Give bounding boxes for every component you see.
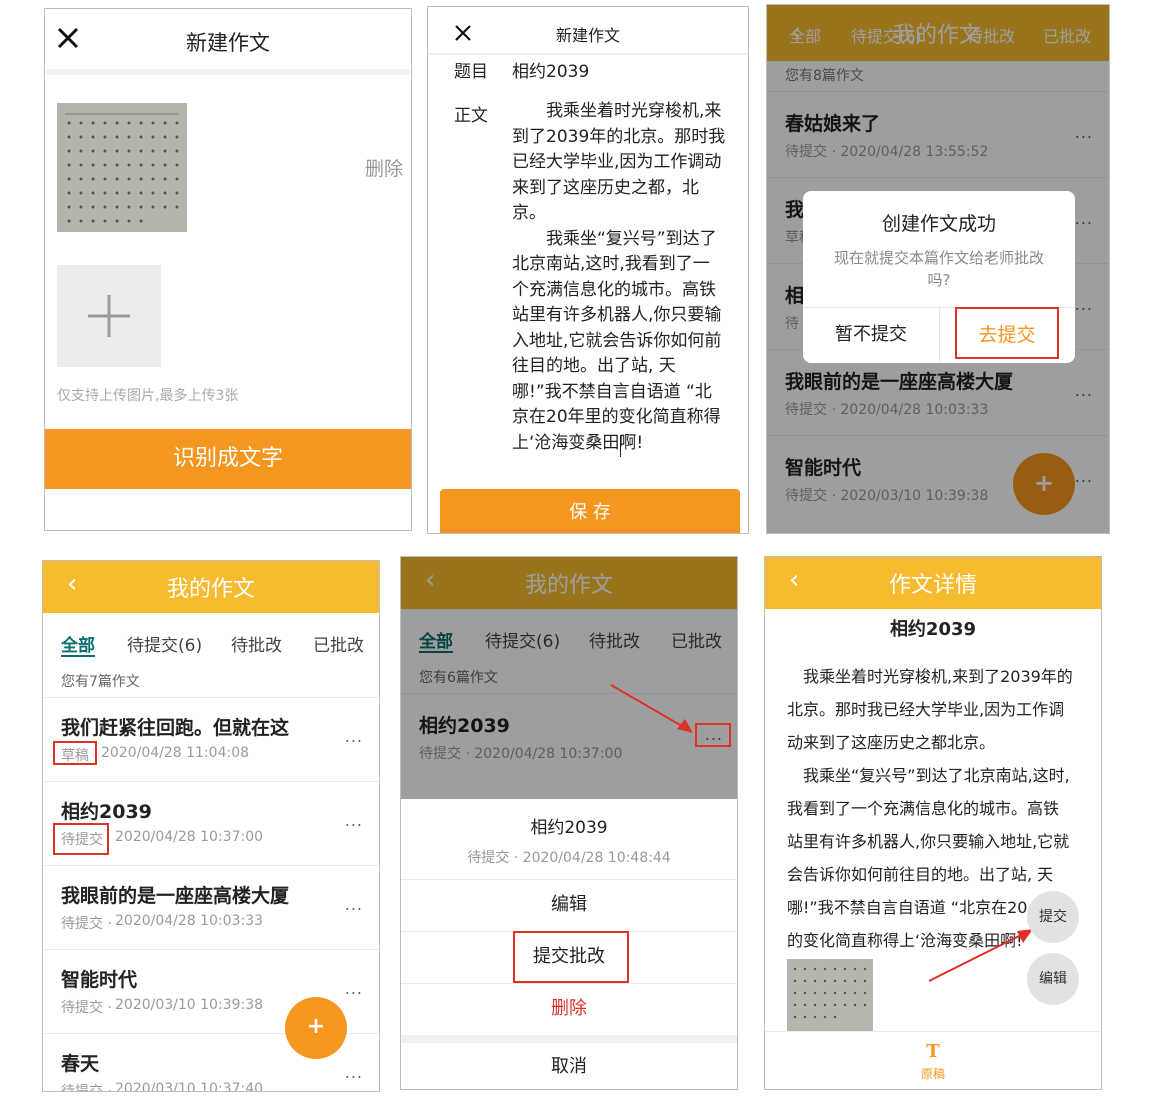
success-dialog: 创建作文成功 现在就提交本篇作文给老师批改吗? 暂不提交 去提交 [803,191,1075,363]
list-item-date: 2020/03/10 10:39:38 [115,997,264,1013]
subject-field[interactable]: 相约2039 [512,57,589,82]
page-title: 新建作文 [555,26,620,45]
body-textarea[interactable]: 我乘坐着时光穿梭机,来 到了2039年的北京。那时我 已经大学毕业,因为工作调动… [512,99,734,456]
tab-all[interactable]: 全部 [61,631,95,656]
recognize-text-button[interactable]: 识别成文字 [45,429,411,489]
panel-new-essay-photo: 新建作文 删除 仅支持上传图片,最多上传3张 识别成文字 [44,8,412,531]
dialog-cancel-button[interactable]: 暂不提交 [803,307,939,363]
panel-action-sheet: ‹ 我的作文 全部 待提交(6) 待批改 已批改 您有6篇作文 相约2039 待… [400,556,738,1090]
status-badge: 待提交 · [61,1000,112,1016]
list-item-title[interactable]: 我眼前的是一座座高楼大厦 [61,881,289,908]
body-line: 来到了这座历史之都，北 [512,177,699,198]
body-line: 我乘坐“复兴号”到达了 [512,228,717,249]
body-line: 往目的地。出了站, 天 [512,356,676,376]
list-item-date: 2020/03/10 10:37:40 [115,1081,264,1092]
original-text-icon[interactable]: T [765,1041,1101,1062]
action-sheet: 相约2039 待提交 · 2020/04/28 10:48:44 编辑 提交批改… [401,799,737,1089]
essay-line: 我乘坐着时光穿梭机,来到了2039年的 [787,667,1073,686]
essay-line: 哪!”我不禁自言自语道 “北京在20 [787,898,1028,917]
tab-reviewed[interactable]: 已批改 [313,631,364,656]
original-photo-thumbnail[interactable] [787,959,873,1031]
add-essay-button[interactable]: + [285,997,347,1059]
status-badge: 待提交 · [61,916,112,932]
essay-line: 我乘坐“复兴号”到达了北京南站,这时, [787,766,1070,785]
body-line: 站里有许多机器人,你只要输 [512,305,722,325]
tab-active-underline [61,655,95,657]
panel-new-essay-text: 新建作文 题目 相约2039 正文 我乘坐着时光穿梭机,来 到了2039年的北京… [427,6,749,534]
essay-line: 动来到了这座历史之都北京。 [787,733,996,752]
save-button[interactable]: 保 存 [440,489,740,533]
status-badge: 待提交 · [61,1084,112,1092]
plus-icon [88,295,130,337]
subject-label: 题目 [454,62,488,82]
dialog-title: 创建作文成功 [881,213,996,235]
body-line: 已经大学毕业,因为工作调动 [512,152,722,172]
body-line: 上‘沧海变桑田啊! [512,432,644,453]
body-line: 入地址,它就会告诉你如何前 [512,330,722,351]
essay-title: 相约2039 [889,619,977,640]
body-line: 我乘坐着时光穿梭机,来 [512,101,722,121]
more-icon[interactable]: ... [345,1063,363,1082]
sheet-sub: 待提交 · 2020/04/28 10:48:44 [467,850,671,866]
page-title: 新建作文 [186,31,270,55]
submit-review-button[interactable]: 提交 [1027,891,1079,943]
arrow-annotation [928,929,1033,982]
list-item-title[interactable]: 相约2039 [61,797,152,824]
list-item-date: 2020/04/28 11:04:08 [101,745,250,761]
highlight-box [53,741,97,765]
highlight-box [955,307,1059,359]
edit-essay-button[interactable]: 编辑 [1027,953,1079,1005]
body-line: 到了2039年的北京。那时我 [512,126,726,147]
essay-line: 北京。那时我已经大学毕业,因为工作调 [787,700,1065,719]
more-icon[interactable]: ... [345,895,363,914]
more-icon[interactable]: ... [345,811,363,830]
essay-count: 您有7篇作文 [61,674,140,690]
body-line: 京在20年里的变化简直称得 [512,407,721,427]
page-title: 作文详情 [888,573,977,598]
add-photo-button[interactable] [57,265,161,367]
sheet-cancel-button[interactable]: 取消 [401,1043,737,1089]
delete-button[interactable]: 删除 [365,154,403,181]
uploaded-photo-thumbnail[interactable] [57,103,187,232]
essay-line: 站里有许多机器人,你只要输入地址,它就 [787,832,1070,851]
panel-essay-detail: ‹ 作文详情 相约2039 我乘坐着时光穿梭机,来到了2039年的 北京。那时我… [764,556,1102,1090]
body-line: 京。 [512,203,546,223]
sheet-action-edit[interactable]: 编辑 [401,879,737,931]
list-item-date: 2020/04/28 10:37:00 [115,829,264,845]
highlight-box [53,823,109,855]
list-item-date: 2020/04/28 10:03:33 [115,913,264,929]
panel-create-success-dialog: ‹ 全部 待提交(6) 待批改 已批改 我的作文 您有8篇作文 春姑娘来了 待提… [766,4,1110,534]
highlight-box [695,723,731,747]
more-icon[interactable]: ... [345,979,363,998]
body-line: 北京南站,这时,我看到了一 [512,254,710,274]
sheet-action-delete[interactable]: 删除 [401,983,737,1035]
tab-reviewing[interactable]: 待批改 [231,631,282,656]
more-icon[interactable]: ... [345,727,363,746]
original-tab-label[interactable]: 原稿 [765,1065,1101,1082]
page-title: 我的作文 [166,577,255,602]
text-cursor [620,435,621,457]
dialog-message: 现在就提交本篇作文给老师批改吗? [833,249,1044,289]
panel-my-essays: ‹ 我的作文 全部 待提交(6) 待批改 已批改 您有7篇作文 我们赶紧往回跑。… [42,560,380,1092]
sheet-title: 相约2039 [530,818,608,838]
list-item-title[interactable]: 春天 [61,1049,99,1076]
body-line: 哪!”我不禁自言自语道 “北 [512,381,712,402]
essay-line: 我看到了一个充满信息化的城市。高铁 [787,799,1060,818]
body-label: 正文 [454,106,488,126]
highlight-box [513,931,629,983]
upload-hint: 仅支持上传图片,最多上传3张 [57,388,239,404]
essay-line: 会告诉你如何前往目的地。出了站, 天 [787,865,1054,884]
arrow-annotation [610,684,693,733]
tab-pending[interactable]: 待提交(6) [127,631,202,656]
list-item-title[interactable]: 我们赶紧往回跑。但就在这 [61,713,289,740]
dim-overlay [401,557,737,799]
list-item-title[interactable]: 智能时代 [61,965,137,992]
body-line: 个充满信息化的城市。高铁 [512,279,716,300]
